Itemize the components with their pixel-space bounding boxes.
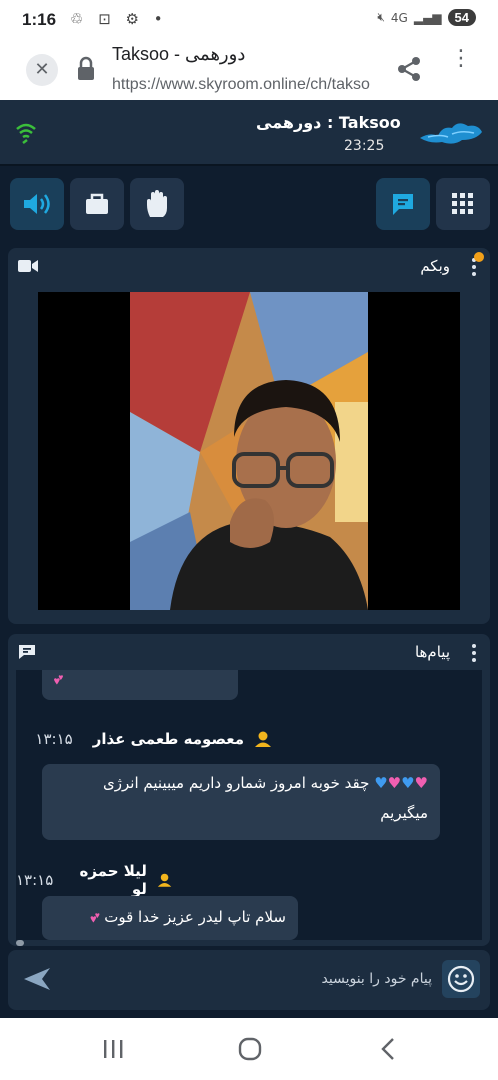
webcam-panel-header: وبکم (8, 248, 490, 284)
message-time: ۱۳:۱۵ (35, 730, 73, 748)
materials-button[interactable] (70, 178, 124, 230)
messages-panel-header: پیام‌ها (8, 634, 490, 670)
message-sender: معصومه طعمی عذار (92, 730, 244, 748)
hearts-emoji: 💕︎ (90, 908, 100, 926)
chat-button[interactable] (376, 178, 430, 230)
browser-menu-button[interactable]: ⋮ (450, 48, 472, 70)
messages-panel-menu[interactable] (472, 644, 476, 665)
webcam-image (130, 292, 368, 610)
messages-panel: پیام‌ها 💕︎ معصومه طعمی عذار ۱۳:۱۵ ♥♥♥♥ چ… (8, 634, 490, 946)
page-title: Taksoo - دورهمی (112, 44, 246, 64)
notification-icons: ♲ ⊡ ⚙ • (70, 10, 168, 28)
webcam-panel-title: وبکم (420, 257, 450, 275)
message-bubble-previous: 💕︎ (42, 670, 238, 700)
clock: 1:16 (22, 10, 57, 29)
status-bar: 1:16 ♲ ⊡ ⚙ • 🔇︎ 4G ▂▄▆ 54 (0, 0, 498, 40)
message-header: معصومه طعمی عذار ۱۳:۱۵ (35, 730, 272, 748)
briefcase-icon (86, 193, 108, 214)
video-stream[interactable] (38, 292, 460, 610)
speaker-icon (24, 194, 50, 214)
back-icon[interactable] (376, 1036, 402, 1062)
skyroom-logo (420, 123, 482, 144)
message-time: ۱۳:۱۵ (16, 871, 54, 889)
room-header: Taksoo : دورهمی 23:25 (0, 100, 498, 166)
emoji-button[interactable] (442, 960, 480, 998)
notification-dot (474, 252, 484, 262)
lock-icon[interactable] (76, 56, 96, 82)
send-icon[interactable] (22, 966, 52, 992)
grid-icon (452, 193, 473, 214)
message-composer (8, 950, 490, 1010)
message-header: لیلا حمزه لو ۱۳:۱۵ (16, 862, 172, 898)
message-bubble: ♥♥♥♥ چقد خوبه امروز شمارو داریم میبینیم … (42, 764, 440, 840)
message-bubble: سلام تاپ لیدر عزیز خدا قوت 💕︎ (42, 896, 298, 940)
hearts-emoji: ♥ (387, 774, 402, 792)
presenter-video (130, 292, 368, 610)
room-title: Taksoo : دورهمی (256, 113, 401, 132)
raise-hand-button[interactable] (130, 178, 184, 230)
apps-menu-button[interactable] (436, 178, 490, 230)
message-text: سلام تاپ لیدر عزیز خدا قوت (104, 908, 286, 926)
smiley-icon (447, 965, 475, 993)
connection-quality-icon (16, 123, 36, 144)
mute-icon: 🔇︎ (377, 10, 385, 24)
heart-blue-emoji: ♥ (401, 774, 415, 792)
message-list[interactable]: 💕︎ معصومه طعمی عذار ۱۳:۱۵ ♥♥♥♥ چقد خوبه … (16, 670, 482, 940)
chat-bubble-icon (19, 645, 35, 659)
battery-indicator: 54 (447, 9, 476, 26)
recent-apps-icon[interactable] (100, 1036, 126, 1062)
user-icon (157, 873, 172, 887)
signal-icon: ▂▄▆ (413, 10, 442, 25)
room-clock: 23:25 (344, 138, 385, 154)
network-label: 4G (390, 10, 408, 25)
hearts-emoji: 💕︎ (54, 670, 64, 688)
webcam-panel: وبکم (8, 248, 490, 624)
video-camera-icon[interactable] (18, 259, 38, 273)
heart-blue-emoji: ♥ (374, 774, 388, 792)
system-indicators: 🔇︎ 4G ▂▄▆ 54 (377, 9, 476, 26)
message-sender: لیلا حمزه لو (79, 862, 147, 898)
chat-icon (393, 194, 413, 215)
speaker-button[interactable] (10, 178, 64, 230)
home-icon[interactable] (237, 1036, 263, 1062)
system-navigation-bar (0, 1018, 498, 1080)
browser-toolbar: ✕ Taksoo - دورهمی https://www.skyroom.on… (0, 40, 498, 100)
close-tab-button[interactable]: ✕ (26, 54, 58, 86)
user-icon (255, 731, 271, 747)
room-toolbar (0, 166, 498, 244)
message-input[interactable] (64, 958, 438, 1000)
hand-icon (147, 190, 167, 217)
messages-panel-title: پیام‌ها (414, 643, 450, 661)
hearts-emoji: ♥ (414, 774, 428, 792)
url-field[interactable]: https://www.skyroom.online/ch/takso (112, 76, 380, 94)
scroll-indicator[interactable] (16, 940, 24, 946)
share-icon[interactable] (396, 56, 422, 82)
